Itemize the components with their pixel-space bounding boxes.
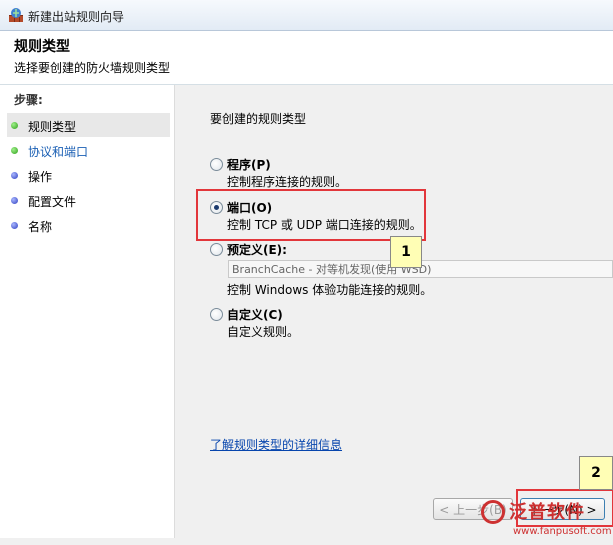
program-desc: 控制程序连接的规则。 [227, 175, 348, 189]
step-status-icon [11, 122, 18, 129]
step-action: 操作 [7, 163, 170, 187]
main-panel: 要创建的规则类型 程序(P) 控制程序连接的规则。 端口(O) 控制 TCP 或… [175, 85, 613, 545]
title-bar: 新建出站规则向导 [0, 0, 613, 31]
page-subtitle: 选择要创建的防火墙规则类型 [14, 61, 171, 75]
window-title: 新建出站规则向导 [28, 10, 125, 24]
port-option-highlight [196, 189, 426, 241]
custom-radio[interactable] [210, 308, 223, 321]
step-status-icon [11, 172, 18, 179]
predefined-label[interactable]: 预定义(E): [227, 241, 287, 258]
step-label[interactable]: 协议和端口 [28, 143, 88, 160]
learn-more-link[interactable]: 了解规则类型的详细信息 [210, 436, 342, 453]
step-status-icon [11, 222, 18, 229]
predefined-radio[interactable] [210, 243, 223, 256]
step-label: 操作 [28, 170, 53, 184]
wizard-header: 规则类型 选择要创建的防火墙规则类型 [0, 31, 613, 85]
step-label: 名称 [28, 220, 53, 234]
page-title: 规则类型 [14, 39, 70, 55]
steps-heading: 步骤: [14, 93, 43, 107]
steps-sidebar: 步骤: 规则类型 协议和端口 操作 配置文件 名称 [0, 85, 175, 545]
callout-badge-2: 2 [579, 456, 613, 490]
step-profile: 配置文件 [7, 188, 170, 212]
program-radio[interactable] [210, 158, 223, 171]
firewall-icon [9, 8, 23, 22]
step-protocol-port[interactable]: 协议和端口 [7, 138, 170, 162]
custom-label[interactable]: 自定义(C) [227, 306, 283, 323]
watermark-logo-icon [481, 500, 505, 524]
program-label[interactable]: 程序(P) [227, 156, 271, 173]
watermark: 泛普软件 www.fanpusoft.com [473, 496, 613, 545]
step-name: 名称 [7, 213, 170, 237]
custom-desc: 自定义规则。 [227, 325, 300, 339]
step-label: 规则类型 [28, 120, 77, 134]
watermark-url: www.fanpusoft.com [513, 526, 612, 537]
callout-badge-1: 1 [390, 236, 422, 268]
step-status-icon [11, 197, 18, 204]
step-label: 配置文件 [28, 195, 77, 209]
watermark-text: 泛普软件 [509, 502, 585, 523]
step-rule-type: 规则类型 [7, 113, 170, 137]
rule-type-question: 要创建的规则类型 [210, 112, 307, 126]
predefined-desc: 控制 Windows 体验功能连接的规则。 [227, 283, 433, 297]
step-status-icon [11, 147, 18, 154]
